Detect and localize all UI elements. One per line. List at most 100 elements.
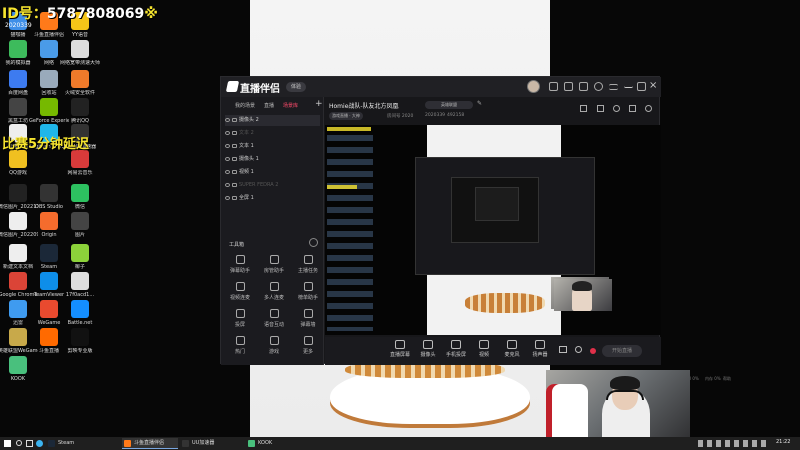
avatar[interactable] bbox=[527, 80, 540, 93]
tool-button[interactable]: 更多 bbox=[293, 336, 323, 355]
taskbar-task[interactable]: 斗鱼直播伴侣 bbox=[122, 438, 178, 449]
desktop-icon[interactable]: 图片 bbox=[60, 212, 100, 238]
maximize-icon[interactable] bbox=[637, 82, 646, 91]
desktop-icon-label: 火绒安全软件 bbox=[64, 90, 95, 96]
tool-button[interactable]: 房管助手 bbox=[259, 255, 289, 274]
skin-icon[interactable] bbox=[579, 82, 588, 91]
tool-icon bbox=[303, 255, 313, 264]
desktop-icon[interactable]: 17f0acd1... bbox=[60, 272, 100, 298]
lock-icon[interactable] bbox=[232, 117, 237, 122]
visibility-icon[interactable] bbox=[225, 169, 230, 174]
gift-icon[interactable] bbox=[564, 82, 573, 91]
tool-button[interactable]: 主播任务 bbox=[293, 255, 323, 274]
tool-icon bbox=[269, 309, 279, 318]
source-item[interactable]: 视频 1 bbox=[225, 167, 320, 178]
add-scene-button[interactable]: + bbox=[315, 99, 323, 109]
control-button[interactable]: 麦克风 bbox=[497, 340, 527, 358]
lock-icon[interactable] bbox=[232, 156, 237, 161]
control-button[interactable]: 摄像头 bbox=[413, 340, 443, 358]
app-icon bbox=[71, 98, 89, 116]
tool-button[interactable]: 弹幕助手 bbox=[225, 255, 255, 274]
taskbar-clock[interactable]: 21:22 bbox=[776, 439, 790, 445]
visibility-icon[interactable] bbox=[225, 156, 230, 161]
room-title[interactable]: Homie战队-队友北方凤凰 bbox=[329, 101, 399, 110]
control-button[interactable]: 扬声器 bbox=[525, 340, 555, 358]
share-icon[interactable] bbox=[645, 105, 652, 112]
desktop-icon[interactable]: Battle.net bbox=[60, 300, 100, 326]
tool-button[interactable]: 热门 bbox=[225, 336, 255, 355]
visibility-icon[interactable] bbox=[225, 182, 230, 187]
desktop-icon[interactable]: 火绒安全软件 bbox=[60, 70, 100, 96]
start-live-button[interactable]: 开始直播 bbox=[602, 345, 642, 357]
desktop-icon[interactable]: 剪映专业版 bbox=[60, 328, 100, 354]
taskbar-task[interactable]: UU加速器 bbox=[180, 438, 244, 449]
lock-icon[interactable] bbox=[232, 130, 237, 135]
tool-button[interactable]: 游戏 bbox=[259, 336, 289, 355]
desktop-icon[interactable]: 椰子 bbox=[60, 244, 100, 270]
source-item[interactable]: SUPER FEDRA 2 bbox=[225, 180, 320, 191]
tab-scene-library[interactable]: 场景库 bbox=[283, 102, 298, 109]
close-icon[interactable]: × bbox=[649, 80, 657, 91]
status-item[interactable]: 帮助 bbox=[723, 376, 731, 382]
source-item[interactable]: 文本 1 bbox=[225, 141, 320, 152]
tool-label: 弹幕墙 bbox=[300, 322, 316, 328]
lock-icon[interactable] bbox=[232, 182, 237, 187]
record-dot-icon[interactable] bbox=[590, 348, 596, 354]
version-pill[interactable]: 体验 bbox=[286, 82, 306, 92]
lock-icon[interactable] bbox=[232, 195, 237, 200]
visibility-icon[interactable] bbox=[225, 143, 230, 148]
tool-button[interactable]: 语音互动 bbox=[259, 309, 289, 328]
edit-title-icon[interactable]: ✎ bbox=[477, 100, 482, 107]
task-view-icon[interactable] bbox=[26, 440, 33, 447]
message-icon[interactable] bbox=[549, 82, 558, 91]
webcam-small bbox=[554, 279, 612, 311]
camera-toggle-icon[interactable] bbox=[559, 346, 567, 353]
menu-icon[interactable] bbox=[609, 84, 618, 90]
minimize-icon[interactable] bbox=[624, 82, 633, 88]
visibility-icon[interactable] bbox=[225, 130, 230, 135]
notification-icon[interactable] bbox=[580, 105, 587, 112]
tool-button[interactable]: 多人连麦 bbox=[259, 282, 289, 301]
tool-label: 榜单助手 bbox=[297, 295, 318, 301]
taskbar-task[interactable]: Steam bbox=[46, 438, 120, 449]
source-item[interactable]: 摄像头 1 bbox=[225, 154, 320, 165]
tool-button[interactable]: 视频连麦 bbox=[225, 282, 255, 301]
record-icon[interactable] bbox=[613, 105, 620, 112]
visibility-icon[interactable] bbox=[225, 117, 230, 122]
lock-icon[interactable] bbox=[232, 169, 237, 174]
desktop-icon[interactable]: 微信 bbox=[60, 184, 100, 210]
tool-label: 热门 bbox=[234, 349, 245, 355]
control-button[interactable]: 视频 bbox=[469, 340, 499, 358]
lock-icon[interactable] bbox=[597, 105, 604, 112]
app-icon bbox=[40, 98, 58, 116]
visibility-icon[interactable] bbox=[225, 195, 230, 200]
control-button[interactable]: 直播屏幕 bbox=[385, 340, 415, 358]
tool-icon bbox=[303, 309, 313, 318]
edge-icon[interactable] bbox=[36, 440, 43, 447]
control-button[interactable]: 手机投屏 bbox=[441, 340, 471, 358]
tab-live[interactable]: 直播 bbox=[264, 102, 274, 109]
desktop-icon[interactable]: 网易云音乐 bbox=[60, 150, 100, 176]
source-item[interactable]: 摄像头 2 bbox=[225, 115, 320, 126]
lock-icon[interactable] bbox=[232, 143, 237, 148]
desktop-icon[interactable]: KOOK bbox=[0, 356, 38, 382]
settings-icon[interactable] bbox=[594, 82, 603, 91]
desktop-icon[interactable]: 腾讯QQ bbox=[60, 98, 100, 124]
desktop-icon[interactable]: 网络宽带测速大师 bbox=[60, 40, 100, 66]
category-pill[interactable]: 英雄联盟 bbox=[425, 101, 473, 109]
tool-button[interactable]: 榜单助手 bbox=[293, 282, 323, 301]
settings-small-icon[interactable] bbox=[575, 346, 582, 353]
tool-label: 语音互动 bbox=[263, 322, 284, 328]
desktop-icon[interactable]: QQ游戏 bbox=[0, 150, 38, 176]
search-icon[interactable] bbox=[16, 440, 22, 446]
toolbox-toggle-icon[interactable] bbox=[309, 238, 318, 247]
tab-my-scenes[interactable]: 我的场景 bbox=[235, 102, 255, 109]
source-item[interactable]: 文本 2 bbox=[225, 128, 320, 139]
source-item[interactable]: 全屏 1 bbox=[225, 193, 320, 204]
start-icon[interactable] bbox=[4, 440, 11, 447]
taskbar-task[interactable]: KOOK bbox=[246, 438, 296, 449]
desktop-icon-label: 网易云音乐 bbox=[67, 170, 93, 176]
tool-button[interactable]: 投屏 bbox=[225, 309, 255, 328]
copy-icon[interactable] bbox=[629, 105, 636, 112]
tool-button[interactable]: 弹幕墙 bbox=[293, 309, 323, 328]
